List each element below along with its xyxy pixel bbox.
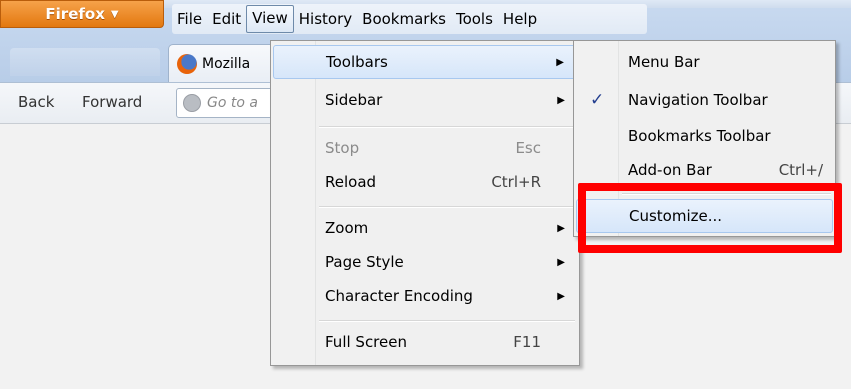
toolbar-navigation-toolbar[interactable]: ✓ Navigation Toolbar bbox=[576, 83, 833, 117]
toolbar-add-on-bar[interactable]: Add-on Bar Ctrl+/ bbox=[576, 153, 833, 187]
view-menu-stop[interactable]: Stop Esc bbox=[273, 131, 577, 165]
menu-file[interactable]: File bbox=[172, 6, 207, 32]
checkmark-icon: ✓ bbox=[590, 90, 605, 110]
page-style-label: Page Style bbox=[325, 253, 404, 271]
view-menu-sidebar[interactable]: Sidebar ▶ bbox=[273, 83, 577, 117]
menu-separator bbox=[319, 206, 575, 208]
menu-separator bbox=[319, 320, 575, 322]
navigation-toolbar-label: Navigation Toolbar bbox=[628, 91, 768, 109]
full-screen-label: Full Screen bbox=[325, 333, 407, 351]
full-screen-shortcut: F11 bbox=[513, 333, 541, 351]
character-encoding-label: Character Encoding bbox=[325, 287, 473, 305]
dropdown-arrow-icon: ▼ bbox=[110, 8, 119, 20]
add-on-bar-shortcut: Ctrl+/ bbox=[778, 161, 823, 179]
firefox-logo-icon bbox=[177, 53, 197, 74]
submenu-arrow-icon: ▶ bbox=[557, 290, 565, 302]
sidebar-label: Sidebar bbox=[325, 91, 383, 109]
toolbars-label: Toolbars bbox=[326, 53, 388, 71]
add-on-bar-label: Add-on Bar bbox=[628, 161, 712, 179]
view-menu-toolbars[interactable]: Toolbars ▶ bbox=[273, 45, 577, 79]
menu-bar-label: Menu Bar bbox=[628, 53, 700, 71]
globe-icon bbox=[183, 94, 201, 112]
bookmarks-toolbar-label: Bookmarks Toolbar bbox=[628, 127, 771, 145]
view-menu-zoom[interactable]: Zoom ▶ bbox=[273, 211, 577, 245]
toolbar-bookmarks-toolbar[interactable]: Bookmarks Toolbar bbox=[576, 119, 833, 153]
back-button[interactable]: Back bbox=[18, 93, 54, 111]
submenu-arrow-icon: ▶ bbox=[557, 256, 565, 268]
firefox-menu-button[interactable]: Firefox ▼ bbox=[0, 0, 164, 28]
forward-button[interactable]: Forward bbox=[82, 93, 142, 111]
stop-shortcut: Esc bbox=[515, 139, 541, 157]
submenu-arrow-icon: ▶ bbox=[557, 94, 565, 106]
menu-help[interactable]: Help bbox=[498, 6, 542, 32]
view-menu-full-screen[interactable]: Full Screen F11 bbox=[273, 325, 577, 359]
reload-shortcut: Ctrl+R bbox=[491, 173, 541, 191]
view-menu: Toolbars ▶ Sidebar ▶ Stop Esc Reload Ctr… bbox=[270, 40, 580, 366]
view-menu-character-encoding[interactable]: Character Encoding ▶ bbox=[273, 279, 577, 313]
inactive-tab[interactable] bbox=[10, 48, 160, 76]
url-placeholder: Go to a bbox=[207, 95, 258, 111]
firefox-button-label: Firefox bbox=[45, 5, 105, 23]
tab-title: Mozilla bbox=[202, 55, 251, 72]
menu-view[interactable]: View bbox=[246, 5, 294, 33]
menu-history[interactable]: History bbox=[294, 6, 357, 32]
menu-separator bbox=[319, 126, 575, 128]
reload-label: Reload bbox=[325, 173, 377, 191]
stop-label: Stop bbox=[325, 139, 360, 157]
menu-bookmarks[interactable]: Bookmarks bbox=[357, 6, 451, 32]
highlight-annotation bbox=[578, 183, 842, 253]
browser-tab[interactable]: Mozilla bbox=[168, 44, 278, 82]
toolbar-menu-bar[interactable]: Menu Bar bbox=[576, 45, 833, 79]
menu-bar: File Edit View History Bookmarks Tools H… bbox=[172, 4, 647, 34]
zoom-label: Zoom bbox=[325, 219, 369, 237]
view-menu-reload[interactable]: Reload Ctrl+R bbox=[273, 165, 577, 199]
view-menu-page-style[interactable]: Page Style ▶ bbox=[273, 245, 577, 279]
menu-edit[interactable]: Edit bbox=[207, 6, 246, 32]
menu-tools[interactable]: Tools bbox=[451, 6, 498, 32]
submenu-arrow-icon: ▶ bbox=[556, 56, 564, 68]
submenu-arrow-icon: ▶ bbox=[557, 222, 565, 234]
